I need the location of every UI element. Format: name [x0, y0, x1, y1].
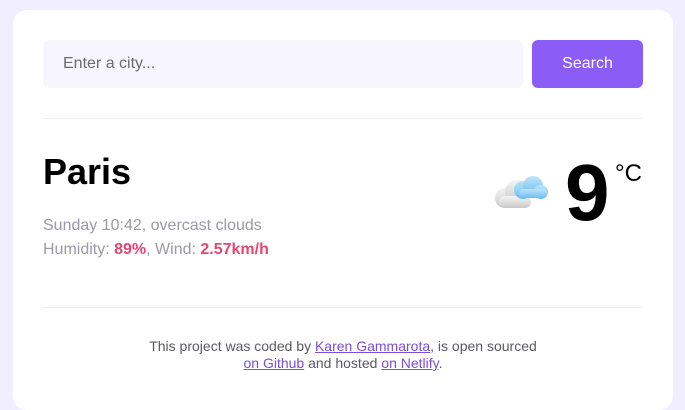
- footer-text: .: [438, 355, 443, 371]
- overcast-cloud-icon: [495, 176, 548, 208]
- footer-line-2: on Github and hosted on Netlify.: [13, 355, 673, 372]
- temperature-unit: °C: [615, 160, 642, 187]
- footer: This project was coded by Karen Gammarot…: [13, 338, 673, 372]
- search-form: Search: [43, 40, 643, 88]
- divider: [43, 118, 643, 119]
- humidity-value: 89%: [114, 241, 147, 258]
- city-search-input[interactable]: [43, 40, 523, 88]
- github-link[interactable]: on Github: [244, 355, 305, 371]
- search-button[interactable]: Search: [532, 40, 643, 88]
- footer-line-1: This project was coded by Karen Gammarot…: [13, 338, 673, 355]
- netlify-link[interactable]: on Netlify: [381, 355, 438, 371]
- divider: [43, 307, 643, 308]
- author-link[interactable]: Karen Gammarota: [315, 338, 430, 354]
- weather-details: Sunday 10:42, overcast clouds Humidity: …: [43, 214, 269, 262]
- city-name: Paris: [43, 151, 132, 192]
- temperature-value: 9: [565, 148, 610, 237]
- footer-text: , is open sourced: [430, 338, 537, 354]
- wind-label: , Wind:: [146, 241, 201, 258]
- footer-text: This project was coded by: [149, 338, 315, 354]
- humidity-wind-line: Humidity: 89%, Wind: 2.57km/h: [43, 238, 269, 262]
- wind-value: 2.57km/h: [200, 241, 269, 258]
- datetime-description: Sunday 10:42, overcast clouds: [43, 217, 262, 234]
- footer-text: and hosted: [304, 355, 382, 371]
- weather-card: Search Paris Sunday 10:42, overcast clou…: [13, 10, 673, 410]
- humidity-label: Humidity:: [43, 241, 115, 258]
